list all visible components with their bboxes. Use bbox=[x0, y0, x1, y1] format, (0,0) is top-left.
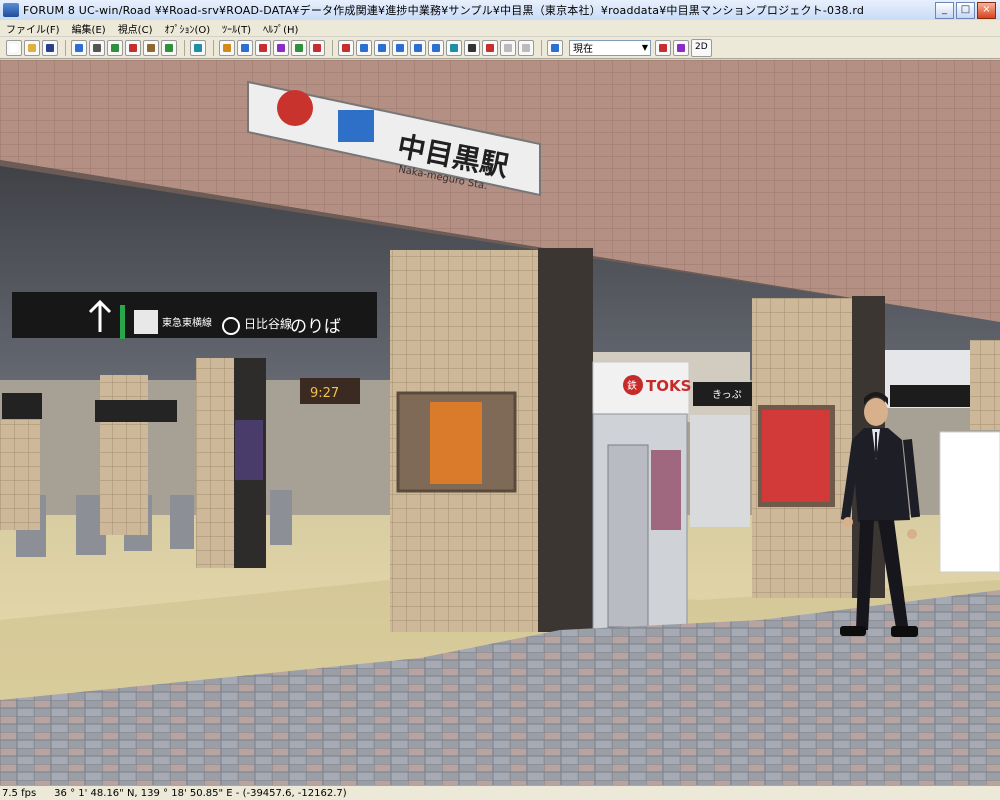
tokyu-line-icon bbox=[134, 310, 158, 334]
tokyo-metro-logo-icon bbox=[338, 110, 374, 142]
line-sign-noriba: のりば bbox=[290, 317, 341, 337]
new-file-icon[interactable] bbox=[6, 39, 22, 56]
departure-board bbox=[2, 393, 42, 419]
chevron-down-icon: ▼ bbox=[641, 43, 648, 52]
toks-logo-text: 鉄 bbox=[627, 379, 637, 392]
drive-disabled-icon bbox=[518, 39, 534, 56]
clock-text: 9:27 bbox=[310, 386, 339, 401]
fps-readout: 7.5 fps bbox=[2, 787, 37, 799]
title-bar: FORUM 8 UC-win/Road ¥¥Road-srv¥ROAD-DATA… bbox=[0, 0, 1000, 21]
maximize-button[interactable]: □ bbox=[956, 1, 975, 19]
menu-bar: ファイル(F) 編集(E) 視点(C) ｵﾌﾟｼｮﾝ(O) ﾂｰﾙ(T) ﾍﾙﾌ… bbox=[0, 20, 1000, 36]
menu-file[interactable]: ファイル(F) bbox=[0, 21, 66, 36]
toolbar-separator bbox=[213, 39, 214, 56]
station-scene[interactable]: 東急東横線 日比谷線 のりば 9:27 中目黒駅 Naka-meguro Sta… bbox=[0, 60, 1000, 785]
camera-list-icon[interactable] bbox=[673, 39, 689, 56]
person-view-icon[interactable] bbox=[464, 39, 480, 56]
toks-sign: TOKS bbox=[646, 377, 691, 395]
ticket-gate bbox=[170, 495, 194, 549]
road-edit-icon[interactable] bbox=[71, 39, 87, 56]
toolbar-separator bbox=[65, 39, 66, 56]
environment-icon[interactable] bbox=[291, 39, 307, 56]
departure-board bbox=[95, 400, 177, 422]
pause-icon[interactable] bbox=[482, 39, 498, 56]
vehicle-disabled-icon bbox=[500, 39, 516, 56]
tokyu-logo-icon bbox=[277, 90, 313, 126]
scenario-icon[interactable] bbox=[219, 39, 235, 56]
toolbar-separator bbox=[184, 39, 185, 56]
direction-sign-text: きっぷ bbox=[712, 389, 742, 401]
intersection-icon[interactable] bbox=[89, 39, 105, 56]
back-pillar bbox=[0, 420, 40, 530]
line-sign-hibiya: 日比谷線 bbox=[244, 316, 292, 331]
center-pillar-shadow bbox=[538, 248, 593, 632]
toolbar-separator bbox=[332, 39, 333, 56]
pan-icon[interactable] bbox=[392, 39, 408, 56]
car-icon[interactable] bbox=[255, 39, 271, 56]
earth-icon[interactable] bbox=[446, 39, 462, 56]
record-icon[interactable] bbox=[309, 39, 325, 56]
menu-tools[interactable]: ﾂｰﾙ(T) bbox=[216, 21, 257, 36]
coordinate-readout: 36 ° 1' 48.16" N, 139 ° 18' 50.85" E - (… bbox=[54, 787, 347, 799]
viewpoint-icon[interactable] bbox=[547, 39, 563, 56]
status-bar: 7.5 fps 36 ° 1' 48.16" N, 139 ° 18' 50.8… bbox=[0, 785, 1000, 800]
move-up-icon[interactable] bbox=[356, 39, 372, 56]
toks-shop: 鉄 TOKS bbox=[592, 361, 691, 630]
window-title: FORUM 8 UC-win/Road ¥¥Road-srv¥ROAD-DATA… bbox=[23, 4, 865, 17]
traffic-icon[interactable] bbox=[237, 39, 253, 56]
ticket-gate bbox=[270, 490, 292, 545]
far-right-pillar bbox=[970, 340, 1000, 430]
tree-icon[interactable] bbox=[161, 39, 177, 56]
fly-icon[interactable] bbox=[428, 39, 444, 56]
camera-add-icon[interactable] bbox=[655, 39, 671, 56]
close-button[interactable]: × bbox=[977, 1, 996, 19]
pedestrian-icon[interactable] bbox=[125, 39, 141, 56]
walker-icon[interactable] bbox=[143, 39, 159, 56]
toolbar: 現在 ▼ 2D bbox=[0, 37, 1000, 59]
terrain-icon[interactable] bbox=[107, 39, 123, 56]
view-2d-button[interactable]: 2D bbox=[691, 38, 712, 57]
poster bbox=[762, 410, 830, 502]
rotate-icon[interactable] bbox=[410, 39, 426, 56]
menu-options[interactable]: ｵﾌﾟｼｮﾝ(O) bbox=[158, 21, 216, 36]
viewpoint-select-value: 現在 bbox=[573, 44, 593, 55]
viewpoint-select[interactable]: 現在 ▼ bbox=[569, 39, 651, 56]
forum8-logo-icon bbox=[3, 3, 19, 17]
3d-viewport[interactable]: 東急東横線 日比谷線 のりば 9:27 中目黒駅 Naka-meguro Sta… bbox=[0, 60, 1000, 785]
save-icon[interactable] bbox=[42, 39, 58, 56]
model-icon[interactable] bbox=[190, 39, 206, 56]
line-direction-sign: 東急東横線 日比谷線 のりば bbox=[12, 292, 377, 339]
toolbar-separator bbox=[541, 39, 542, 56]
open-folder-icon[interactable] bbox=[24, 39, 40, 56]
move-all-icon[interactable] bbox=[374, 39, 390, 56]
white-panel bbox=[939, 431, 1000, 573]
ticket-machines bbox=[690, 415, 750, 527]
poster bbox=[235, 420, 263, 480]
menu-view[interactable]: 視点(C) bbox=[112, 21, 159, 36]
navigate-icon[interactable] bbox=[338, 39, 354, 56]
far-right-sign bbox=[890, 385, 975, 407]
menu-help[interactable]: ﾍﾙﾌﾟ(H) bbox=[257, 21, 304, 36]
back-pillar bbox=[100, 375, 148, 535]
signal-icon[interactable] bbox=[273, 39, 289, 56]
minimize-button[interactable]: _ bbox=[935, 1, 954, 19]
poster bbox=[430, 402, 482, 484]
line-sign-tokyu: 東急東横線 bbox=[162, 316, 212, 329]
menu-edit[interactable]: 編集(E) bbox=[66, 21, 112, 36]
